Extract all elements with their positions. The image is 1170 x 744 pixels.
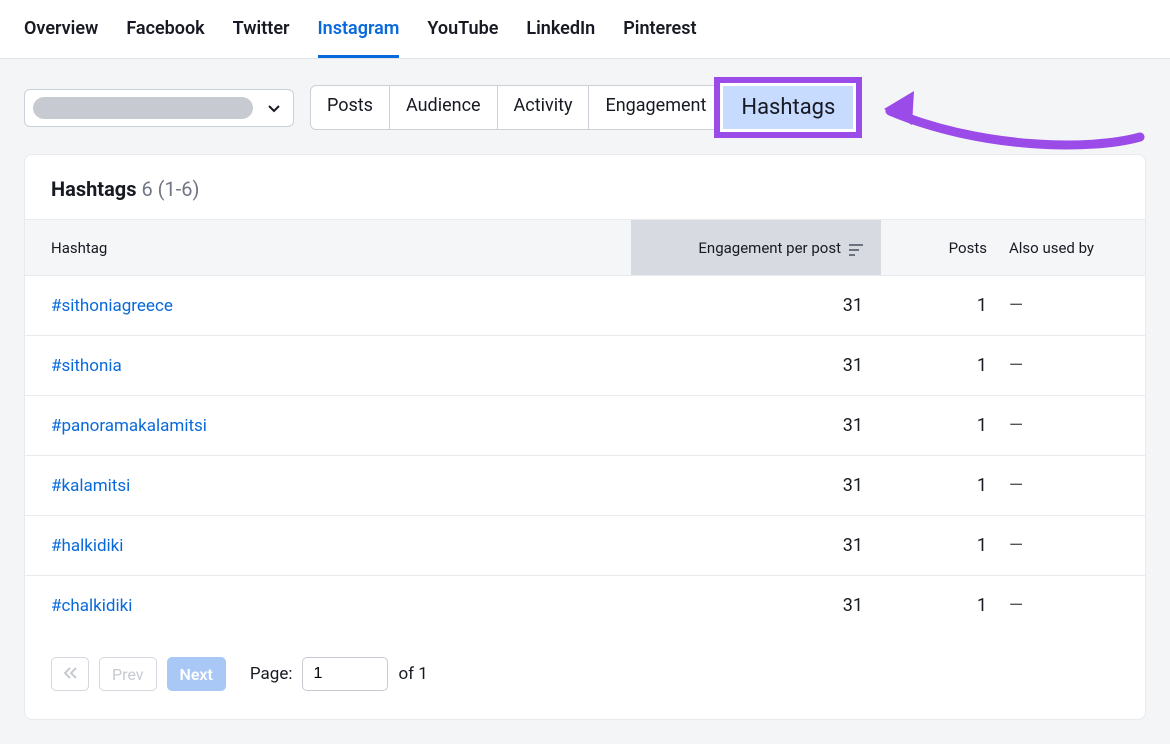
hashtag-link[interactable]: #panoramakalamitsi [51,416,631,436]
page-of-label: of 1 [398,664,427,684]
page-label: Page: [250,664,293,684]
hashtag-link[interactable]: #sithoniagreece [51,296,631,316]
cell-also: — [1001,475,1119,496]
cell-posts: 1 [881,535,1001,556]
cell-also: — [1001,295,1119,316]
cell-posts: 1 [881,475,1001,496]
section-tabs: Posts Audience Activity Engagement Hasht… [310,85,854,130]
table-row: #panoramakalamitsi 31 1 — [25,395,1145,455]
chevron-down-icon [267,101,281,115]
tab-instagram[interactable]: Instagram [318,18,400,58]
cell-posts: 1 [881,355,1001,376]
cell-also: — [1001,355,1119,376]
col-posts[interactable]: Posts [881,239,1001,257]
card-count: 6 (1-6) [141,177,199,201]
table-row: #chalkidiki 31 1 — [25,575,1145,635]
hashtags-card: Hashtags 6 (1-6) Hashtag Engagement per … [24,154,1146,720]
hashtag-link[interactable]: #sithonia [51,356,631,376]
subtab-audience[interactable]: Audience [390,86,498,129]
tab-twitter[interactable]: Twitter [233,18,290,58]
cell-also: — [1001,595,1119,616]
tab-facebook[interactable]: Facebook [126,18,204,58]
subtab-posts[interactable]: Posts [311,86,390,129]
tab-youtube[interactable]: YouTube [427,18,498,58]
cell-engagement: 31 [631,535,881,556]
table-header-row: Hashtag Engagement per post Posts Also u… [25,219,1145,275]
card-header: Hashtags 6 (1-6) [25,155,1145,219]
sort-desc-icon [849,242,863,254]
chevron-double-left-icon [62,665,78,684]
first-page-button[interactable] [51,657,89,691]
subtab-engagement[interactable]: Engagement [589,86,723,129]
hashtag-link[interactable]: #chalkidiki [51,596,631,616]
platform-tabs: Overview Facebook Twitter Instagram YouT… [0,0,1170,59]
cell-engagement: 31 [631,295,881,316]
controls-row: Posts Audience Activity Engagement Hasht… [0,59,1170,134]
account-label-placeholder [33,97,253,119]
next-page-button[interactable]: Next [167,657,226,691]
cell-also: — [1001,535,1119,556]
card-title: Hashtags [51,177,136,201]
col-hashtag[interactable]: Hashtag [51,239,631,257]
hashtag-link[interactable]: #halkidiki [51,536,631,556]
table-row: #halkidiki 31 1 — [25,515,1145,575]
cell-posts: 1 [881,415,1001,436]
subtab-activity[interactable]: Activity [498,86,590,129]
page-input[interactable] [302,657,388,691]
tab-overview[interactable]: Overview [24,18,98,58]
cell-also: — [1001,415,1119,436]
col-engagement-label: Engagement per post [698,239,841,257]
account-dropdown[interactable] [24,89,294,127]
tab-pinterest[interactable]: Pinterest [623,18,696,58]
subtab-hashtags[interactable]: Hashtags [723,86,853,129]
cell-engagement: 31 [631,595,881,616]
hashtag-link[interactable]: #kalamitsi [51,476,631,496]
prev-page-button[interactable]: Prev [99,657,157,691]
hashtags-table: Hashtag Engagement per post Posts Also u… [25,219,1145,635]
pagination: Prev Next Page: of 1 [25,635,1145,719]
col-also-used-by[interactable]: Also used by [1001,239,1119,257]
table-row: #kalamitsi 31 1 — [25,455,1145,515]
cell-engagement: 31 [631,415,881,436]
cell-posts: 1 [881,595,1001,616]
arrow-annotation-icon [870,75,1150,155]
cell-engagement: 31 [631,355,881,376]
col-engagement[interactable]: Engagement per post [631,220,881,275]
table-row: #sithonia 31 1 — [25,335,1145,395]
cell-engagement: 31 [631,475,881,496]
cell-posts: 1 [881,295,1001,316]
tab-linkedin[interactable]: LinkedIn [526,18,595,58]
table-row: #sithoniagreece 31 1 — [25,275,1145,335]
